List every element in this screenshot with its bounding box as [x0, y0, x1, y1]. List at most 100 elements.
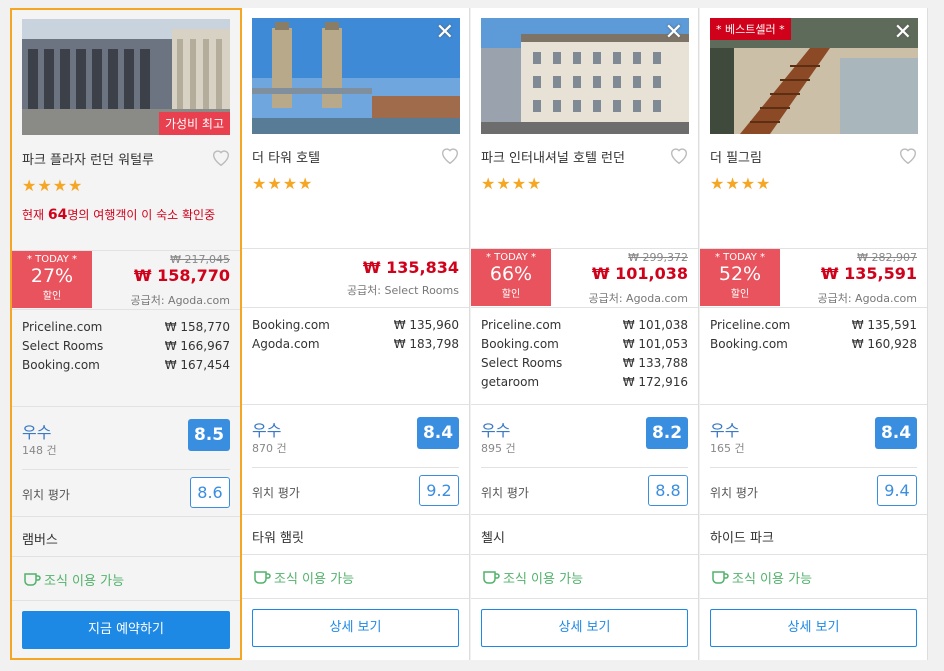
coffee-cup-icon — [254, 571, 271, 584]
hotel-photo[interactable]: * 베스트셀러 * ✕ — [710, 18, 918, 134]
offer-list: Priceline.com ₩ 101,038 Booking.com ₩ 101,… — [471, 307, 698, 405]
details-button[interactable]: 상세 보기 — [710, 609, 917, 647]
hotel-name[interactable]: 더 타워 호텔 — [252, 147, 320, 166]
offer-row[interactable]: Booking.com ₩ 160,928 — [710, 337, 917, 356]
offer-row[interactable]: Priceline.com ₩ 101,038 — [481, 318, 688, 337]
offer-row[interactable]: Select Rooms ₩ 133,788 — [481, 356, 688, 375]
current-price[interactable]: ₩ 135,834 — [363, 258, 459, 277]
price-box[interactable]: * TODAY * 52% 할인 ₩ 282,907 ₩ 135,591 공급처… — [700, 248, 927, 307]
action-row: 상세 보기 — [242, 598, 469, 659]
area: 하이드 파크 — [700, 514, 927, 555]
price-box[interactable]: * TODAY * 27% 할인 ₩ 217,045 ₩ 158,770 공급처… — [12, 250, 240, 309]
vendor: 공급처: Select Rooms — [346, 284, 459, 297]
rating-score: 8.5 — [188, 419, 230, 451]
offer-row[interactable]: Agoda.com ₩ 183,798 — [252, 337, 459, 356]
offer-row[interactable]: Booking.com ₩ 167,454 — [22, 358, 230, 377]
rating-label: 우수 — [252, 421, 282, 440]
offer-row[interactable]: Booking.com ₩ 135,960 — [252, 318, 459, 337]
heart-icon[interactable] — [210, 146, 232, 168]
value-badge: 가성비 최고 — [158, 112, 230, 135]
ratings[interactable]: 우수 148 건 8.5 위치 평가 8.6 — [12, 406, 240, 517]
hotel-name[interactable]: 더 필그림 — [710, 147, 762, 166]
coffee-cup-icon — [712, 571, 729, 584]
hotel-photo[interactable]: ✕ — [252, 18, 460, 134]
heart-icon[interactable] — [668, 144, 690, 166]
vendor: 공급처: Agoda.com — [817, 292, 917, 305]
review-count: 895 건 — [481, 442, 516, 455]
divider — [22, 469, 230, 470]
details-button[interactable]: 상세 보기 — [481, 609, 688, 647]
action-row: 상세 보기 — [700, 598, 927, 659]
price-box[interactable]: * TODAY * 66% 할인 ₩ 299,372 ₩ 101,038 공급처… — [471, 248, 698, 307]
original-price: ₩ 299,372 — [628, 251, 688, 264]
offer-list: Priceline.com ₩ 158,770 Select Rooms ₩ 166… — [12, 309, 240, 407]
bestseller-badge: * 베스트셀러 * — [710, 18, 791, 40]
rating-score: 8.4 — [875, 417, 917, 449]
action-row: 상세 보기 — [471, 598, 698, 659]
star-rating: ★★★★ — [252, 174, 314, 193]
current-price[interactable]: ₩ 101,038 — [592, 264, 688, 283]
original-price: ₩ 217,045 — [170, 253, 230, 266]
rating-label: 우수 — [481, 421, 511, 440]
coffee-cup-icon — [483, 571, 500, 584]
location-score: 9.4 — [877, 475, 917, 506]
star-rating: ★★★★ — [22, 176, 84, 195]
divider — [710, 467, 917, 468]
divider — [481, 467, 688, 468]
hotel-photo[interactable]: 가성비 최고 — [22, 19, 230, 135]
review-count: 870 건 — [252, 442, 287, 455]
original-price: ₩ 282,907 — [857, 251, 917, 264]
ratings[interactable]: 우수 870 건 8.4 위치 평가 9.2 — [242, 404, 469, 515]
ratings[interactable]: 우수 165 건 8.4 위치 평가 9.4 — [700, 404, 927, 515]
breakfast-info: 조식 이용 가능 — [700, 554, 927, 599]
offer-row[interactable]: Booking.com ₩ 101,053 — [481, 337, 688, 356]
offer-row[interactable]: getaroom ₩ 172,916 — [481, 375, 688, 394]
breakfast-info: 조식 이용 가능 — [242, 554, 469, 599]
area: 램버스 — [12, 516, 240, 557]
details-button[interactable]: 상세 보기 — [252, 609, 459, 647]
vendor: 공급처: Agoda.com — [588, 292, 688, 305]
discount-badge: * TODAY * 66% 할인 — [471, 249, 551, 306]
vendor: 공급처: Agoda.com — [130, 294, 230, 307]
offer-row[interactable]: Select Rooms ₩ 166,967 — [22, 339, 230, 358]
area: 첼시 — [471, 514, 698, 555]
hotel-name[interactable]: 파크 플라자 런던 워털루 — [22, 149, 154, 168]
coffee-cup-icon — [24, 573, 41, 586]
hotel-card-1[interactable]: 가성비 최고 파크 플라자 런던 워털루 ★★★★ 현재 64명의 여행객이 이… — [10, 8, 242, 660]
heart-icon[interactable] — [897, 144, 919, 166]
offer-list: Booking.com ₩ 135,960 Agoda.com ₩ 183,798 — [242, 307, 469, 405]
offer-list: Priceline.com ₩ 135,591 Booking.com ₩ 160,… — [700, 307, 927, 405]
close-icon[interactable]: ✕ — [436, 22, 454, 44]
action-row: 지금 예약하기 — [12, 600, 240, 661]
discount-badge: * TODAY * 52% 할인 — [700, 249, 780, 306]
close-icon[interactable]: ✕ — [665, 22, 683, 44]
location-label: 위치 평가 — [252, 486, 300, 500]
breakfast-info: 조식 이용 가능 — [471, 554, 698, 599]
rating-score: 8.2 — [646, 417, 688, 449]
rating-label: 우수 — [710, 421, 740, 440]
current-price[interactable]: ₩ 158,770 — [134, 266, 230, 285]
hotel-card-4[interactable]: * 베스트셀러 * ✕ 더 필그림 ★★★★ * TODAY * 52% 할인 … — [700, 8, 928, 660]
hotel-photo[interactable]: ✕ — [481, 18, 689, 134]
review-count: 148 건 — [22, 444, 57, 457]
hotel-name[interactable]: 파크 인터내셔널 호텔 런던 — [481, 147, 625, 166]
heart-icon[interactable] — [439, 144, 461, 166]
breakfast-info: 조식 이용 가능 — [12, 556, 240, 601]
rating-label: 우수 — [22, 423, 52, 442]
hotel-card-2[interactable]: ✕ 더 타워 호텔 ★★★★ ₩ 135,834 공급처: Select Roo… — [242, 8, 470, 660]
review-count: 165 건 — [710, 442, 745, 455]
price-box[interactable]: ₩ 135,834 공급처: Select Rooms — [242, 248, 469, 307]
location-score: 8.8 — [648, 475, 688, 506]
book-now-button[interactable]: 지금 예약하기 — [22, 611, 230, 649]
ratings[interactable]: 우수 895 건 8.2 위치 평가 8.8 — [471, 404, 698, 515]
location-score: 8.6 — [190, 477, 230, 508]
current-price[interactable]: ₩ 135,591 — [821, 264, 917, 283]
star-rating: ★★★★ — [481, 174, 543, 193]
divider — [252, 467, 459, 468]
location-label: 위치 평가 — [481, 486, 529, 500]
close-icon[interactable]: ✕ — [894, 22, 912, 44]
offer-row[interactable]: Priceline.com ₩ 135,591 — [710, 318, 917, 337]
offer-row[interactable]: Priceline.com ₩ 158,770 — [22, 320, 230, 339]
star-rating: ★★★★ — [710, 174, 772, 193]
hotel-card-3[interactable]: ✕ 파크 인터내셔널 호텔 런던 ★★★★ * TODAY * 66% 할인 ₩… — [471, 8, 699, 660]
